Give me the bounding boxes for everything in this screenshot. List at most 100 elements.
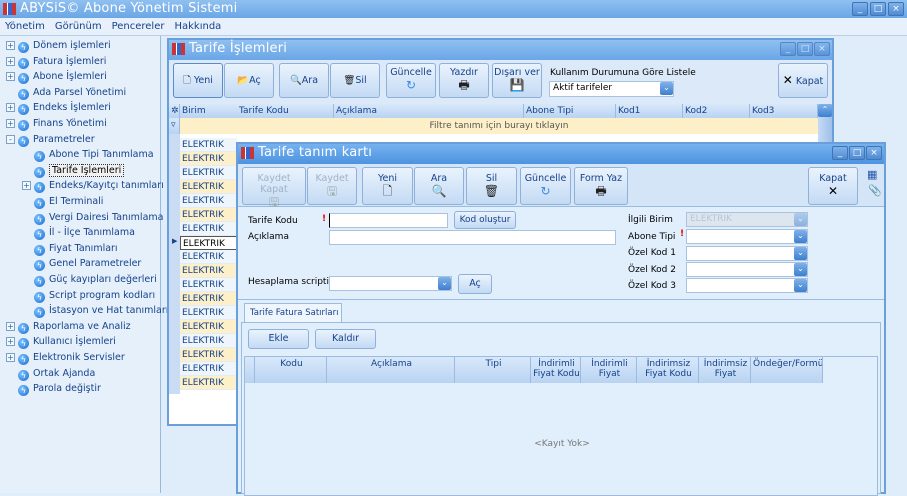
tree-item[interactable]: ϟ Parametreler xyxy=(18,132,95,147)
expand-icon[interactable]: + xyxy=(6,337,15,347)
disari-ver-button[interactable]: Dışarı ver 💾 xyxy=(492,63,542,98)
expand-icon[interactable]: + xyxy=(6,119,15,128)
column-header[interactable]: Kod3 xyxy=(750,104,818,118)
abone-tipi-select[interactable]: ⌄ xyxy=(686,229,808,244)
table-row[interactable]: ELEKTRIK xyxy=(180,278,237,292)
table-row[interactable]: ELEKTRIK xyxy=(180,194,237,208)
tree-item[interactable]: ϟ Vergi Dairesi Tanımlama xyxy=(34,210,163,225)
table-row[interactable]: ELEKTRIK xyxy=(180,348,237,362)
tree-item[interactable]: ϟ Ortak Ajanda xyxy=(18,366,95,381)
kapat-button[interactable]: Kapat ✕ xyxy=(808,167,858,205)
table-row[interactable]: ELEKTRIK xyxy=(180,208,237,222)
column-header[interactable]: Açıklama xyxy=(327,357,455,383)
tree-item[interactable]: ϟ Genel Parametreler xyxy=(34,256,141,272)
ac-button[interactable]: 📂Aç xyxy=(224,63,274,98)
table-row[interactable]: ELEKTRIK xyxy=(180,166,237,180)
expand-icon[interactable]: + xyxy=(6,103,15,113)
ekle-button[interactable]: Ekle xyxy=(248,329,309,349)
column-header[interactable]: Birim xyxy=(180,104,238,118)
maximize-button[interactable]: □ xyxy=(797,42,813,56)
tree-item[interactable]: ϟ Script program kodları xyxy=(34,288,155,303)
yazdir-button[interactable]: Yazdır 🖶 xyxy=(439,63,489,98)
tree-item[interactable]: ϟ Güç kayıpları değerleri xyxy=(34,272,157,287)
table-row[interactable]: ELEKTRIK xyxy=(180,250,237,264)
ozel-kod3-select[interactable]: ⌄ xyxy=(686,278,808,293)
hesaplama-scripti-select[interactable]: ⌄ xyxy=(329,276,452,291)
kaldir-button[interactable]: Kaldır xyxy=(315,329,376,349)
table-row[interactable]: ELEKTRIK xyxy=(180,306,237,320)
kod-olustur-button[interactable]: Kod oluştur xyxy=(454,211,516,229)
column-header[interactable]: Abone Tipi xyxy=(524,104,616,118)
yeni-button[interactable]: 🗋 Yeni xyxy=(173,63,223,98)
aciklama-input[interactable] xyxy=(329,230,616,245)
column-header[interactable]: İndirimsiz Fiyat xyxy=(699,357,751,383)
tab-tarife-fatura-satirlari[interactable]: Tarife Fatura Satırları xyxy=(244,303,342,322)
tree-item[interactable]: ϟ Tarife İşlemleri xyxy=(34,163,125,178)
attachment-icon[interactable]: 📎 xyxy=(868,184,882,197)
column-header[interactable]: İndirimli Fiyat Kodu xyxy=(531,357,581,383)
filter-icon[interactable]: ▿ xyxy=(169,118,180,134)
table-row[interactable]: ELEKTRIK xyxy=(180,180,237,194)
minimize-button[interactable]: _ xyxy=(832,146,848,160)
close-button[interactable]: × xyxy=(866,146,882,160)
close-button[interactable]: × xyxy=(814,42,830,56)
yeni-button[interactable]: Yeni 🗋 xyxy=(362,167,413,205)
ac-button[interactable]: Aç xyxy=(458,274,492,294)
tree-item[interactable]: ϟ Abone Tipi Tanımlama xyxy=(34,147,154,163)
tree-item[interactable]: ϟ Endeks/Kayıtçı tanımları xyxy=(34,178,164,194)
tree-item[interactable]: ϟ Endeks İşlemleri xyxy=(18,100,111,116)
form-yaz-button[interactable]: Form Yaz 🖶 xyxy=(574,167,628,205)
menu-yonetim[interactable]: Yönetim xyxy=(0,18,50,35)
guncelle-button[interactable]: Güncelle ↻ xyxy=(520,167,571,205)
tree-item[interactable]: ϟ El Terminali xyxy=(34,194,103,209)
usage-filter-select[interactable]: Aktif tarifeler ⌄ xyxy=(549,81,674,97)
tree-item[interactable]: ϟ Fatura İşlemleri xyxy=(18,54,106,69)
tree-item[interactable]: ϟ Elektronik Servisler xyxy=(18,350,125,365)
scroll-up-icon[interactable]: ⌃ xyxy=(818,104,832,117)
expand-icon[interactable]: + xyxy=(22,181,31,191)
sil-button[interactable]: 🗑Sil xyxy=(330,63,380,98)
tree-item[interactable]: ϟ Ada Parsel Yönetimi xyxy=(18,85,126,100)
tree-item[interactable]: ϟ Abone İşlemleri xyxy=(18,69,107,85)
column-header[interactable]: İndirimsiz Fiyat Kodu xyxy=(637,357,699,383)
collapse-icon[interactable]: - xyxy=(6,134,15,144)
filter-row[interactable]: Filtre tanımı için burayı tıklayın xyxy=(180,118,818,134)
table-row[interactable]: ELEKTRIK xyxy=(180,376,237,390)
minimize-button[interactable]: _ xyxy=(852,2,868,16)
column-header[interactable]: Tarife Kodu xyxy=(237,104,334,118)
column-header[interactable]: Tipi xyxy=(455,357,531,383)
table-row[interactable]: ELEKTRIK xyxy=(180,152,237,166)
sil-button[interactable]: Sil 🗑 xyxy=(466,167,517,205)
column-header[interactable]: Kod1 xyxy=(616,104,683,118)
kaydet-button[interactable]: Kaydet 🖫 xyxy=(307,167,357,205)
column-header[interactable]: İndirimli Fiyat xyxy=(581,357,637,383)
table-row[interactable]: ELEKTRIK xyxy=(180,320,237,334)
kaydet-kapat-button[interactable]: Kaydet Kapat 🖫 xyxy=(242,167,306,209)
tree-item[interactable]: ϟ Dönem işlemleri xyxy=(18,38,111,53)
column-header[interactable]: Kodu xyxy=(255,357,327,383)
guncelle-button[interactable]: Güncelle ↻ xyxy=(386,63,436,98)
tree-item[interactable]: ϟ Parola değiştir xyxy=(18,381,101,397)
ozel-kod1-select[interactable]: ⌄ xyxy=(686,246,808,261)
tree-item[interactable]: ϟ Finans Yönetimi xyxy=(18,116,107,131)
tarife-kodu-input[interactable] xyxy=(329,213,448,228)
tree-item[interactable]: ϟ İl - İlçe Tanımlama xyxy=(34,225,135,241)
expand-icon[interactable]: + xyxy=(6,321,15,331)
ara-button[interactable]: 🔍Ara xyxy=(279,63,329,98)
expand-icon[interactable]: + xyxy=(6,353,15,362)
grid-scrollbar[interactable]: ⌃ xyxy=(818,104,832,144)
tree-item[interactable]: ϟ Raporlama ve Analiz xyxy=(18,319,131,334)
column-header[interactable]: Açıklama xyxy=(334,104,524,118)
column-header[interactable]: Öndeğer/Formül/Veri xyxy=(751,357,823,383)
column-header[interactable]: Kod2 xyxy=(683,104,750,118)
menu-pencereler[interactable]: Pencereler xyxy=(107,18,170,35)
table-row[interactable]: ELEKTRIK xyxy=(180,334,237,348)
expand-icon[interactable]: + xyxy=(6,72,15,82)
tree-item[interactable]: ϟ İstasyon ve Hat tanımları xyxy=(34,303,168,319)
close-button[interactable]: × xyxy=(888,2,904,16)
kapat-button[interactable]: ✕ Kapat xyxy=(778,63,828,98)
table-row[interactable]: ELEKTRIK xyxy=(180,138,237,152)
maximize-button[interactable]: □ xyxy=(870,2,886,16)
minimize-button[interactable]: _ xyxy=(780,42,796,56)
table-row[interactable]: ELEKTRIK xyxy=(180,362,237,376)
